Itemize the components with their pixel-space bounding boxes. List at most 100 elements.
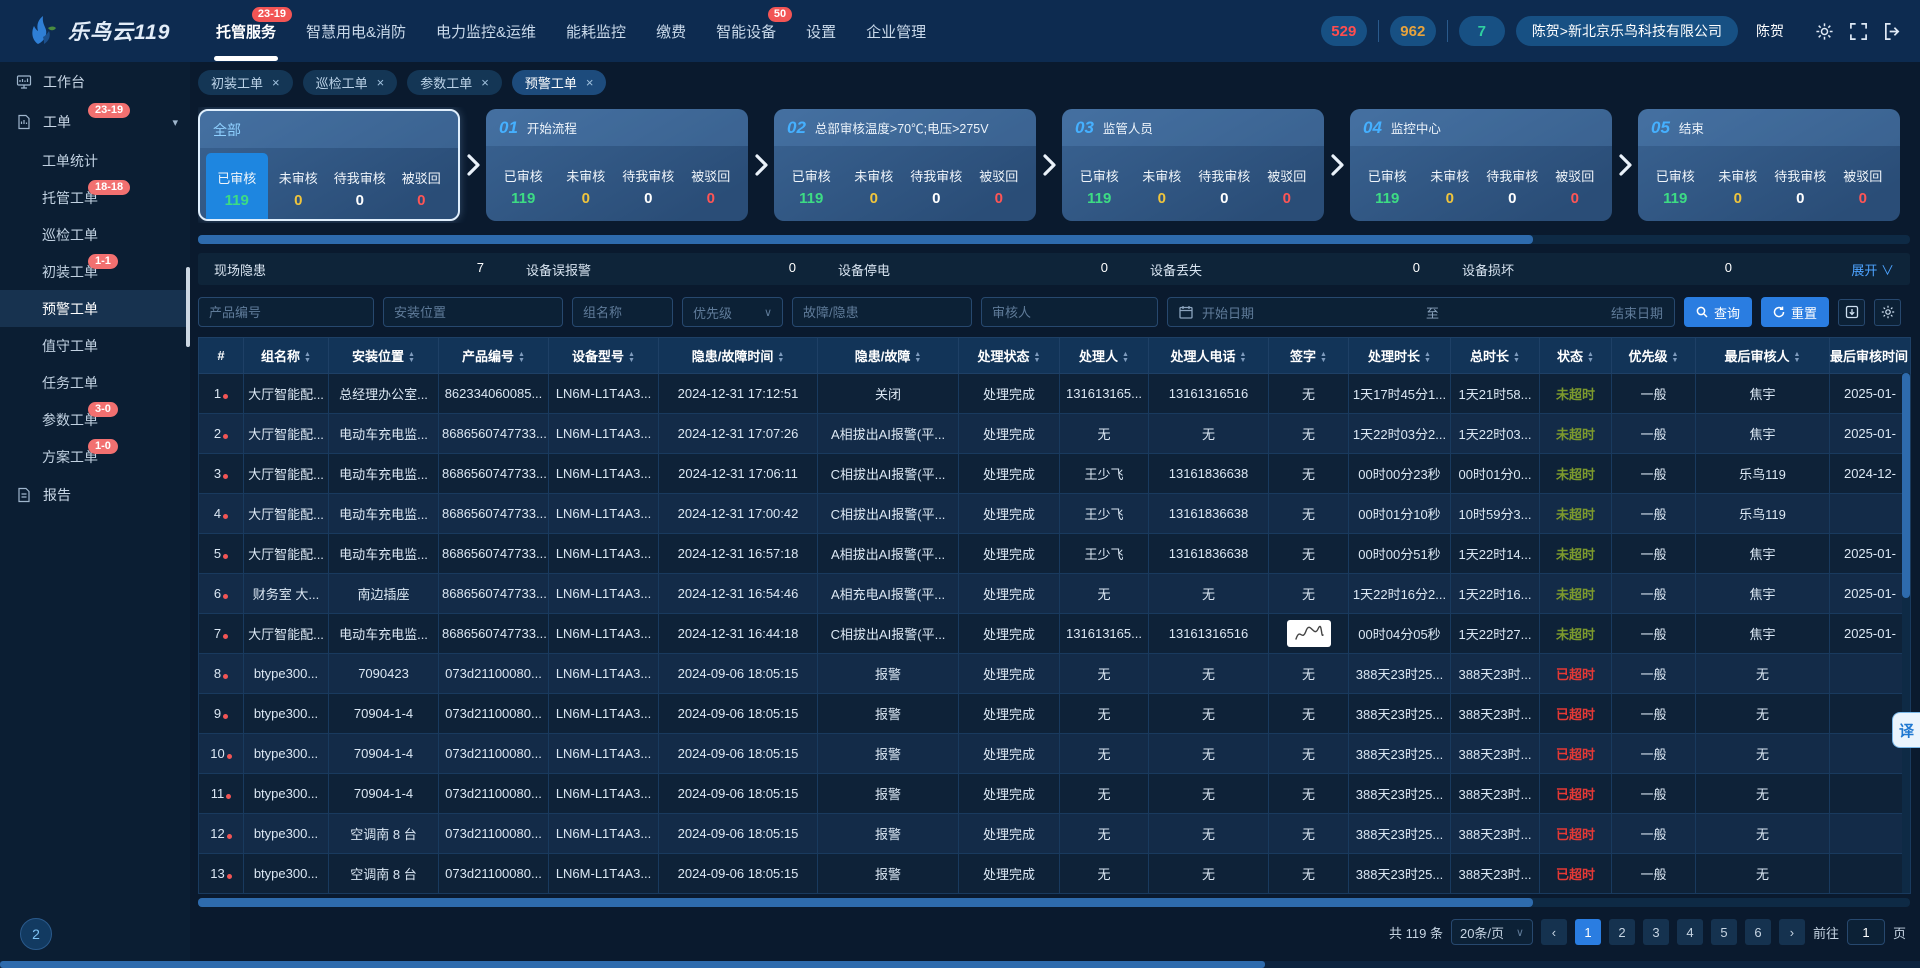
column-header[interactable]: 总时长▲▼ [1451,338,1540,374]
search-button[interactable]: 查询 [1684,297,1752,327]
flow-stat[interactable]: 被驳回0 [1544,151,1607,221]
flow-stat[interactable]: 待我审核0 [905,151,968,221]
close-icon[interactable]: × [586,75,594,90]
flow-stat[interactable]: 待我审核0 [1769,151,1832,221]
column-header[interactable]: 设备型号▲▼ [549,338,659,374]
table-row[interactable]: 12btype300...空调南 8 台073d21100080...LN6M-… [199,814,1911,854]
sort-icon[interactable]: ▲▼ [628,352,635,364]
close-icon[interactable]: × [377,75,385,90]
logout-icon[interactable] [1883,22,1902,41]
page-button[interactable]: 1 [1575,919,1601,945]
alarm-counter[interactable]: 529 [1321,16,1367,46]
page-button[interactable]: 2 [1609,919,1635,945]
table-row[interactable]: 3大厅智能配...电动车充电监...8686560747733...LN6M-L… [199,454,1911,494]
flow-stat[interactable]: 已审核119 [780,151,843,221]
flow-stat[interactable]: 未审核0 [268,153,330,221]
table-row[interactable]: 4大厅智能配...电动车充电监...8686560747733...LN6M-L… [199,494,1911,534]
sidebar-subitem[interactable]: 值守工单 [0,327,190,364]
nav-item[interactable]: 企业管理 [866,0,926,62]
settings-icon[interactable] [1815,22,1834,41]
flow-stat[interactable]: 已审核119 [1356,151,1419,221]
sort-icon[interactable]: ▲▼ [304,352,311,364]
sort-icon[interactable]: ▲▼ [1122,352,1129,364]
column-header[interactable]: 最后审核时间▲▼ [1830,338,1911,374]
close-icon[interactable]: × [272,75,280,90]
sort-icon[interactable]: ▲▼ [1794,352,1801,364]
fullscreen-icon[interactable] [1849,22,1868,41]
flow-stat[interactable]: 未审核0 [843,151,906,221]
flow-stat[interactable]: 已审核119 [1644,151,1707,221]
flow-stat[interactable]: 被驳回0 [968,151,1031,221]
sidebar-subitem[interactable]: 巡检工单 [0,216,190,253]
alarm-counter[interactable]: 7 [1459,16,1505,46]
column-settings-button[interactable] [1874,299,1901,326]
sidebar-item[interactable]: 报告 [0,475,190,515]
flow-stat[interactable]: 未审核0 [1131,151,1194,221]
workorder-tab[interactable]: 预警工单× [512,70,607,95]
sidebar-subitem[interactable]: 工单统计 [0,142,190,179]
nav-item[interactable]: 能耗监控 [566,0,626,62]
flow-stat[interactable]: 被驳回0 [680,151,743,221]
nav-item[interactable]: 缴费 [656,0,686,62]
sort-icon[interactable]: ▲▼ [1320,352,1327,364]
goto-page-input[interactable] [1847,919,1885,945]
column-header[interactable]: 处理人电话▲▼ [1149,338,1269,374]
sidebar-subitem[interactable]: 方案工单1-0 [0,438,190,475]
sidebar-scrollbar[interactable] [186,267,190,347]
flow-stat[interactable]: 被驳回0 [1256,151,1319,221]
flow-stat[interactable]: 待我审核0 [617,151,680,221]
table-row[interactable]: 9btype300...70904-1-4073d21100080...LN6M… [199,694,1911,734]
sidebar-subitem[interactable]: 任务工单 [0,364,190,401]
table-row[interactable]: 5大厅智能配...电动车充电监...8686560747733...LN6M-L… [199,534,1911,574]
column-header[interactable]: 最后审核人▲▼ [1696,338,1830,374]
flow-stat[interactable]: 未审核0 [1707,151,1770,221]
workorder-tab[interactable]: 参数工单× [407,70,502,95]
nav-item[interactable]: 设置 [806,0,836,62]
column-header[interactable]: 处理人▲▼ [1060,338,1149,374]
sidebar-subitem[interactable]: 托管工单18-18 [0,179,190,216]
sort-icon[interactable]: ▲▼ [1587,352,1594,364]
flow-stat[interactable]: 待我审核0 [1193,151,1256,221]
nav-item[interactable]: 智慧用电&消防 [306,0,406,62]
prev-page-button[interactable]: ‹ [1541,919,1567,945]
column-header[interactable]: 处理状态▲▼ [959,338,1060,374]
flow-stat[interactable]: 被驳回0 [1832,151,1895,221]
export-button[interactable] [1838,299,1865,326]
column-header[interactable]: # [199,338,244,374]
flow-step-card[interactable]: 02总部审核温度>70℃;电压>275V已审核119未审核0待我审核0被驳回0 [774,109,1036,221]
alarm-counter[interactable]: 962 [1390,16,1436,46]
workorder-tab[interactable]: 初装工单× [198,70,293,95]
column-header[interactable]: 安装位置▲▼ [329,338,439,374]
table-vertical-scrollbar-thumb[interactable] [1902,373,1910,598]
sidebar-subitem[interactable]: 预警工单 [0,290,190,327]
column-header[interactable]: 隐患/故障▲▼ [818,338,959,374]
reset-button[interactable]: 重置 [1761,297,1829,327]
page-horizontal-scrollbar-thumb[interactable] [0,961,1265,968]
flow-stat[interactable]: 未审核0 [555,151,618,221]
flow-step-card[interactable]: 全部已审核119未审核0待我审核0被驳回0 [198,109,460,221]
date-range-picker[interactable]: 开始日期 至 结束日期 [1167,297,1675,327]
table-row[interactable]: 11btype300...70904-1-4073d21100080...LN6… [199,774,1911,814]
flow-stat[interactable]: 待我审核0 [1481,151,1544,221]
column-header[interactable]: 优先级▲▼ [1612,338,1696,374]
column-header[interactable]: 签字▲▼ [1269,338,1349,374]
sidebar-subitem[interactable]: 参数工单3-0 [0,401,190,438]
flow-stat[interactable]: 已审核119 [492,151,555,221]
table-row[interactable]: 2大厅智能配...电动车充电监...8686560747733...LN6M-L… [199,414,1911,454]
nav-item[interactable]: 电力监控&运维 [436,0,536,62]
translate-float-button[interactable]: 译 [1892,712,1920,748]
auditor-input[interactable] [981,297,1158,327]
sidebar-item[interactable]: 工单23-19▾ [0,102,190,142]
sort-icon[interactable]: ▲▼ [1240,352,1247,364]
flow-stat[interactable]: 被驳回0 [391,153,453,221]
table-row[interactable]: 6财务室 大...南边插座8686560747733...LN6M-L1T4A3… [199,574,1911,614]
nav-item[interactable]: 智能设备50 [716,0,776,62]
page-button[interactable]: 4 [1677,919,1703,945]
column-header[interactable]: 状态▲▼ [1540,338,1612,374]
fault-input[interactable] [792,297,972,327]
column-header[interactable]: 产品编号▲▼ [439,338,549,374]
sort-icon[interactable]: ▲▼ [914,352,921,364]
next-page-button[interactable]: › [1779,919,1805,945]
flow-step-card[interactable]: 05结束已审核119未审核0待我审核0被驳回0 [1638,109,1900,221]
priority-select[interactable]: 优先级∨ [682,297,783,327]
